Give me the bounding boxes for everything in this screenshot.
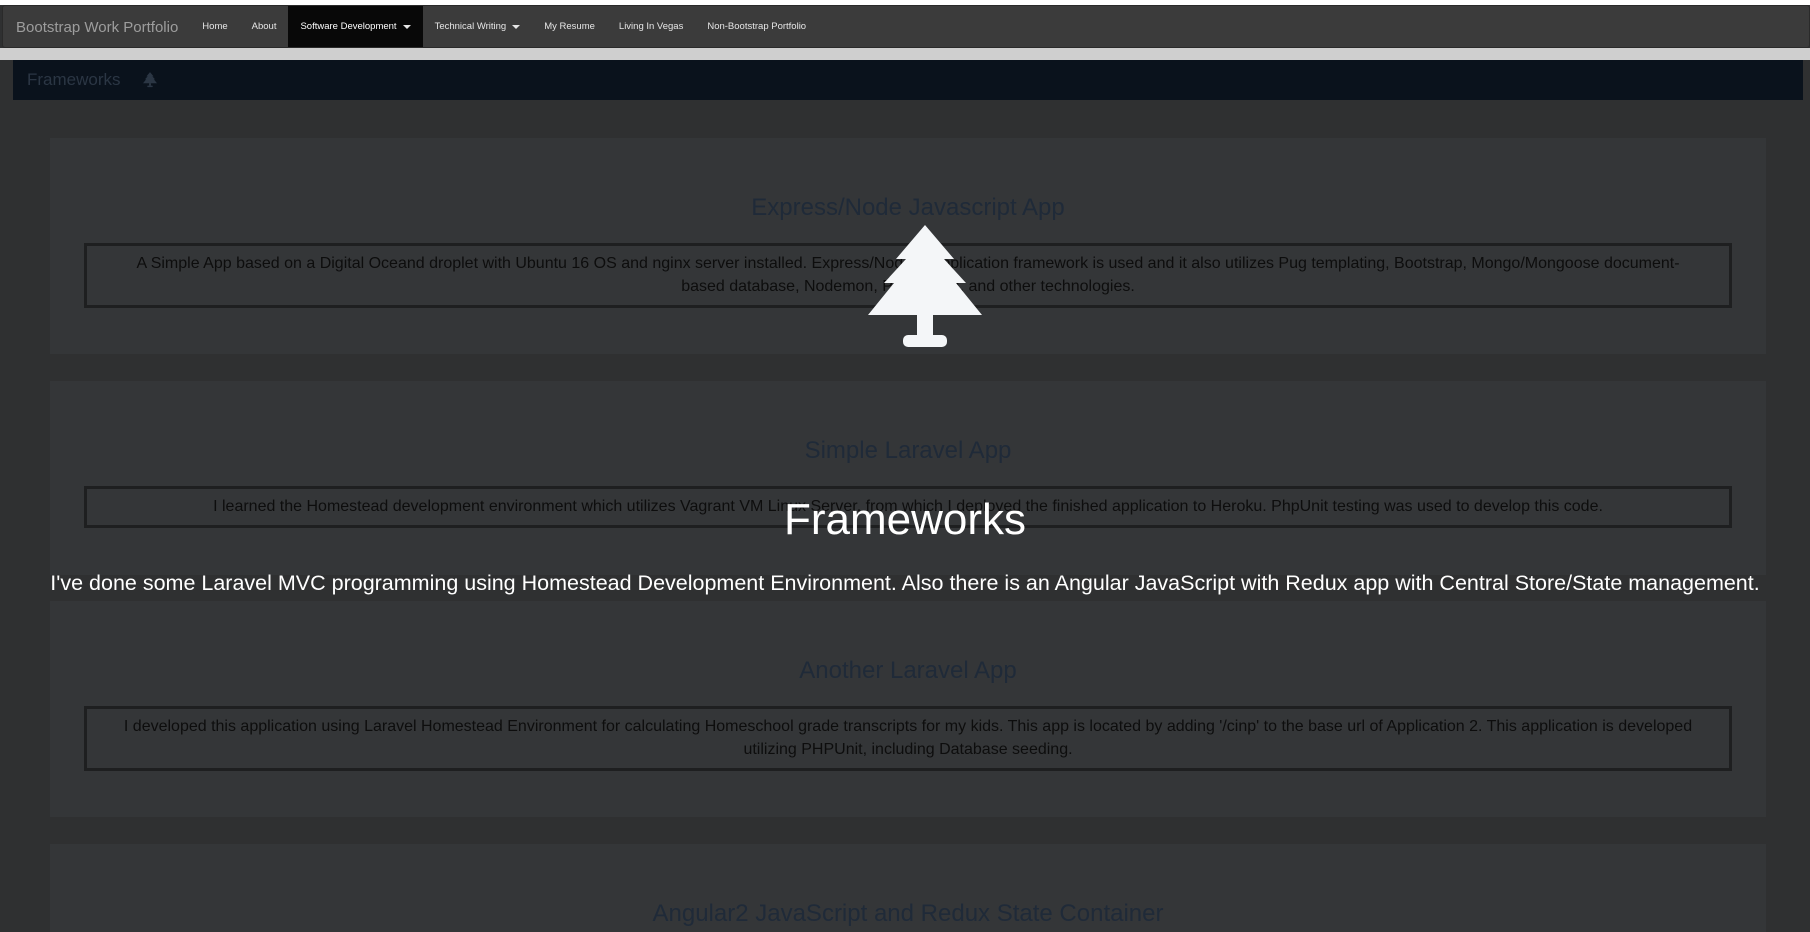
- intro-overlay: Frameworks I've done some Laravel MVC pr…: [0, 0, 1810, 932]
- overlay-title: Frameworks: [783, 495, 1027, 544]
- tree-icon: [868, 225, 982, 347]
- overlay-subtitle: I've done some Laravel MVC programming u…: [50, 571, 1760, 595]
